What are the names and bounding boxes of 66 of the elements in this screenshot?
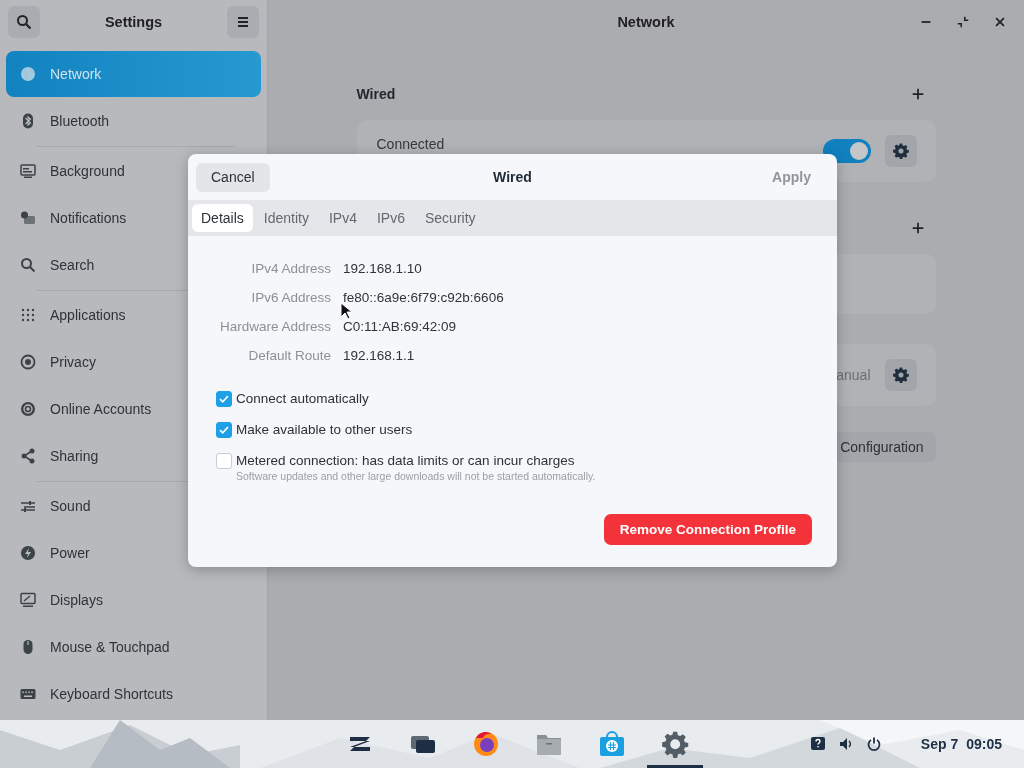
tab[interactable]: Identity [254, 204, 318, 232]
at-sign-icon [20, 401, 36, 417]
detail-label: IPv4 Address [250, 261, 331, 278]
display-icon [20, 592, 36, 608]
notification-icon [20, 210, 36, 226]
section-heading: Wired [356, 86, 396, 102]
detail-value: 192.168.1.1 [343, 348, 416, 365]
option-label: Connect automatically [236, 391, 369, 407]
cursor-icon [340, 302, 352, 320]
checkbox[interactable] [216, 453, 232, 469]
settings-button[interactable] [884, 359, 917, 391]
tab[interactable]: Details [192, 204, 253, 232]
checkbox[interactable] [216, 391, 232, 407]
toggle-switch[interactable] [822, 139, 871, 163]
option-label: Metered connection: has data limits or can incur charges [236, 453, 576, 469]
sidebar-item[interactable]: Power [6, 530, 261, 576]
menu-icon [235, 14, 251, 30]
option-label: Make available to other users [236, 422, 413, 438]
cancel-button[interactable]: Cancel [196, 162, 270, 192]
detail-value: C0:11:AB:69:42:09 [343, 319, 458, 336]
search-icon [16, 14, 32, 30]
detail-value: fe80::6a9e:6f79:c92b:6606 [343, 290, 504, 307]
mode-label: anual [835, 367, 871, 383]
page-title: Network [617, 14, 675, 30]
sliders-icon [20, 498, 36, 514]
plus-icon [910, 221, 925, 235]
tab[interactable]: Security [415, 204, 485, 232]
gear-icon [892, 143, 909, 159]
dialog-title: Wired [493, 169, 532, 185]
remove-button[interactable]: Remove Connection Profile [603, 514, 812, 545]
power-icon [865, 736, 882, 752]
privacy-icon [20, 354, 36, 370]
share-icon [20, 448, 36, 464]
volume-icon [837, 736, 854, 752]
sidebar-item[interactable]: Bluetooth [6, 98, 261, 144]
gear-icon [892, 367, 909, 383]
menu-button[interactable] [227, 6, 259, 38]
search-button[interactable] [8, 6, 40, 38]
time-label: 09:05 [966, 736, 1002, 752]
sidebar-item[interactable]: Mouse & Touchpad [6, 624, 261, 670]
detail-label: Hardware Address [218, 319, 331, 336]
monitor-icon [20, 163, 36, 179]
restore-icon [956, 15, 970, 29]
globe-icon [20, 66, 36, 82]
detail-value: 192.168.1.10 [343, 261, 423, 278]
date-label: Sep 7 [920, 736, 959, 752]
search-icon [20, 257, 36, 273]
sidebar-title: Settings [104, 14, 163, 30]
tab[interactable]: IPv6 [367, 204, 414, 232]
power-bolt-icon [20, 545, 36, 561]
detail-label: Default Route [247, 348, 331, 365]
tab[interactable]: IPv4 [319, 204, 366, 232]
keyboard-icon [20, 686, 36, 702]
settings-button[interactable] [884, 135, 917, 167]
connection-status: Connected [376, 136, 446, 152]
close-icon [993, 15, 1007, 29]
mouse-icon [20, 639, 36, 655]
grid-icon [20, 307, 36, 323]
sidebar-item[interactable]: Keyboard Shortcuts [6, 671, 261, 717]
option-hint: Software updates and other large downloads will not be started automatically. [236, 469, 596, 483]
sidebar-item[interactable]: Sound [6, 483, 261, 529]
sidebar-item[interactable]: Displays [6, 577, 261, 623]
bluetooth-icon [20, 113, 36, 129]
detail-label: IPv6 Address [250, 290, 331, 307]
plus-icon [910, 87, 925, 101]
checkbox[interactable] [216, 422, 232, 438]
